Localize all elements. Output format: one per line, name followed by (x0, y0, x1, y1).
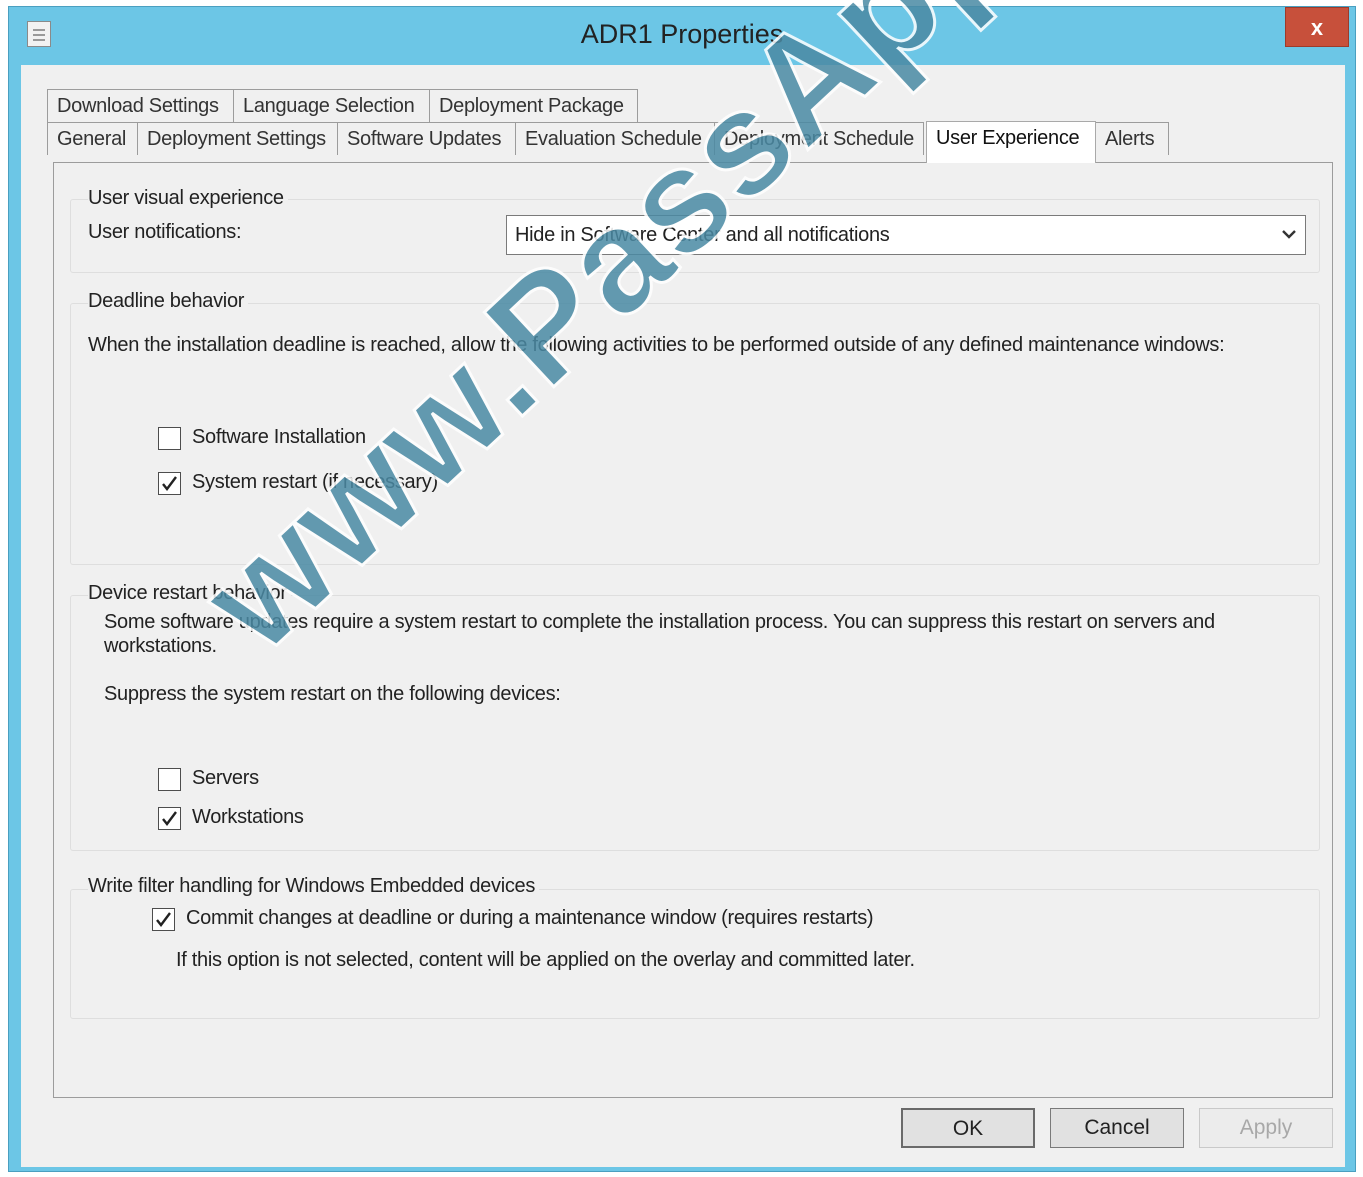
servers-label: Servers (192, 767, 259, 789)
group-label-device-restart: Device restart behavior (88, 582, 291, 605)
user-notifications-dropdown[interactable]: Hide in Software Center and all notifica… (506, 215, 1306, 255)
user-notifications-label: User notifications: (88, 221, 242, 243)
device-restart-description-line2: workstations. (104, 635, 217, 657)
system-restart-label: System restart (if necessary) (192, 471, 438, 493)
tab-evaluation-schedule[interactable]: Evaluation Schedule (515, 122, 715, 155)
tab-deployment-package[interactable]: Deployment Package (429, 89, 638, 122)
system-restart-checkbox[interactable] (158, 472, 181, 495)
properties-window: ADR1 Properties x Download Settings Lang… (8, 6, 1356, 1172)
apply-button[interactable]: Apply (1199, 1108, 1333, 1148)
group-label-user-visual: User visual experience (88, 187, 288, 210)
software-installation-label: Software Installation (192, 426, 366, 448)
tab-page-user-experience: User visual experience User notification… (53, 162, 1333, 1098)
ok-button[interactable]: OK (901, 1108, 1035, 1148)
software-installation-checkbox[interactable] (158, 427, 181, 450)
dropdown-selected-value: Hide in Software Center and all notifica… (515, 224, 890, 246)
group-label-deadline: Deadline behavior (88, 290, 249, 313)
tab-deployment-schedule[interactable]: Deployment Schedule (714, 122, 924, 155)
tab-general[interactable]: General (47, 122, 138, 155)
servers-checkbox[interactable] (158, 768, 181, 791)
dialog-client-area: Download Settings Language Selection Dep… (21, 65, 1345, 1167)
checkmark-icon (162, 811, 177, 826)
tab-download-settings[interactable]: Download Settings (47, 89, 234, 122)
close-button[interactable]: x (1285, 7, 1349, 47)
write-filter-note: If this option is not selected, content … (176, 949, 915, 971)
commit-changes-label: Commit changes at deadline or during a m… (186, 907, 874, 929)
chevron-down-icon (1282, 230, 1296, 239)
checkmark-icon (162, 476, 177, 491)
tab-language-selection[interactable]: Language Selection (233, 89, 430, 122)
title-bar: ADR1 Properties x (9, 7, 1355, 65)
tab-software-updates[interactable]: Software Updates (337, 122, 516, 155)
cancel-button[interactable]: Cancel (1050, 1108, 1184, 1148)
tab-user-experience[interactable]: User Experience (926, 121, 1096, 163)
deadline-description: When the installation deadline is reache… (88, 334, 1225, 356)
workstations-label: Workstations (192, 806, 304, 828)
workstations-checkbox[interactable] (158, 807, 181, 830)
commit-changes-checkbox[interactable] (152, 908, 175, 931)
tab-deployment-settings[interactable]: Deployment Settings (137, 122, 338, 155)
checkmark-icon (156, 912, 171, 927)
window-title: ADR1 Properties (580, 19, 784, 49)
group-label-write-filter: Write filter handling for Windows Embedd… (88, 875, 540, 898)
device-restart-description-line1: Some software updates require a system r… (104, 611, 1215, 633)
suppress-restart-label: Suppress the system restart on the follo… (104, 683, 561, 705)
tab-alerts[interactable]: Alerts (1095, 122, 1169, 155)
